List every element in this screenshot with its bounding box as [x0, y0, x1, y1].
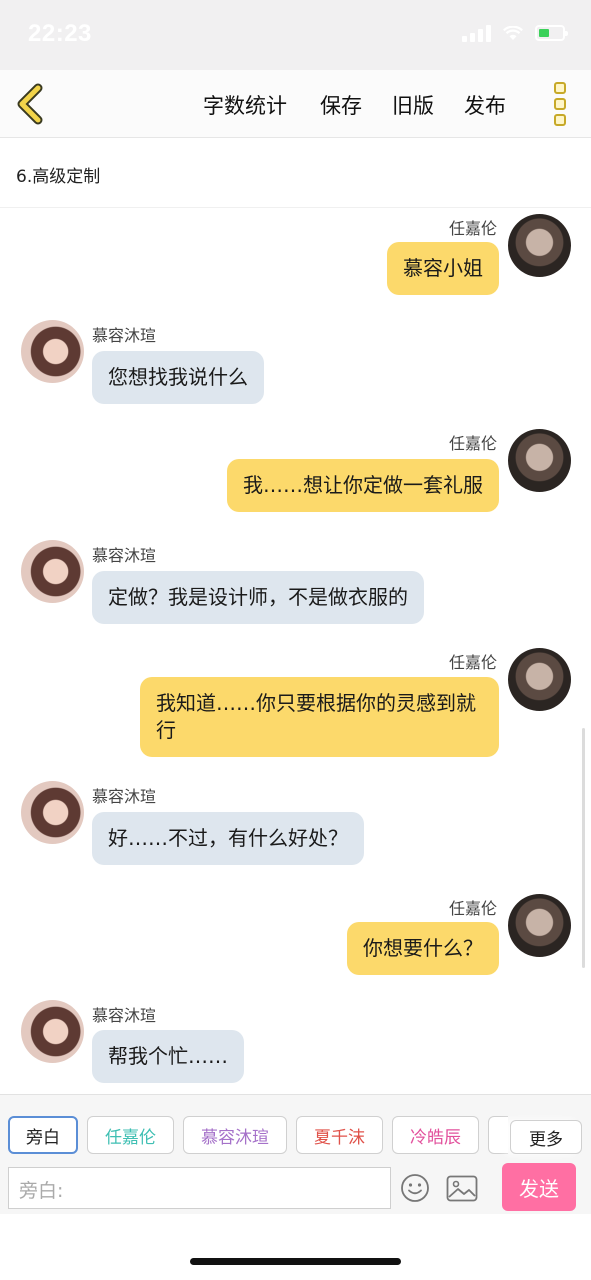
message-bubble[interactable]: 定做？我是设计师，不是做衣服的: [92, 571, 424, 624]
more-dot-icon: [554, 98, 566, 110]
speaker-name: 任嘉伦: [448, 899, 497, 918]
speaker-name: 慕容沐瑄: [92, 546, 157, 565]
message-bubble[interactable]: 你想要什么？: [347, 922, 499, 975]
chat-message-left[interactable]: 慕容沐瑄 您想找我说什么: [0, 314, 591, 414]
message-bubble[interactable]: 慕容小姐: [387, 242, 499, 295]
character-chip[interactable]: 任嘉伦: [87, 1116, 174, 1154]
send-button[interactable]: 发送: [502, 1163, 576, 1211]
chevron-left-icon: [17, 83, 43, 125]
status-icons: [462, 24, 568, 42]
signal-icon: [462, 24, 491, 42]
character-chip-narrator[interactable]: 旁白: [8, 1116, 78, 1154]
character-chip[interactable]: 冷皓辰: [392, 1116, 479, 1154]
old-version-button[interactable]: 旧版: [392, 90, 434, 120]
chat-message-left[interactable]: 慕容沐瑄 帮我个忙……: [0, 994, 591, 1094]
avatar[interactable]: [508, 214, 571, 277]
message-bubble[interactable]: 帮我个忙……: [92, 1030, 244, 1083]
status-time: 22:23: [28, 20, 92, 47]
avatar[interactable]: [21, 781, 84, 844]
character-chip-partial[interactable]: [488, 1116, 508, 1154]
message-bubble[interactable]: 我……想让你定做一套礼服: [227, 459, 499, 512]
chat-message-left[interactable]: 慕容沐瑄 好……不过，有什么好处？: [0, 775, 591, 875]
home-area: [0, 1214, 591, 1280]
chat-scrollbar[interactable]: [582, 728, 585, 968]
chat-message-right[interactable]: 任嘉伦 你想要什么？: [0, 888, 591, 988]
avatar[interactable]: [21, 540, 84, 603]
message-bubble[interactable]: 您想找我说什么: [92, 351, 264, 404]
more-characters-button[interactable]: 更多: [510, 1120, 582, 1154]
speaker-name: 慕容沐瑄: [92, 787, 157, 806]
message-bubble[interactable]: 我知道……你只要根据你的灵感到就行: [140, 677, 499, 757]
speaker-name: 任嘉伦: [448, 219, 497, 238]
image-icon[interactable]: [446, 1175, 478, 1202]
chapter-title: 6.高级定制: [16, 167, 101, 187]
speaker-name: 慕容沐瑄: [92, 326, 157, 345]
dialogue-input[interactable]: 旁白:: [8, 1167, 391, 1209]
editor-toolbar: 字数统计 保存 旧版 发布: [0, 70, 591, 138]
more-dot-icon: [554, 82, 566, 94]
chapter-header[interactable]: 6.高级定制: [0, 138, 591, 208]
save-button[interactable]: 保存: [320, 90, 362, 120]
wifi-icon: [503, 25, 523, 40]
character-chip[interactable]: 夏千沫: [296, 1116, 383, 1154]
status-bar: 22:23: [0, 0, 591, 70]
character-chip[interactable]: 慕容沐瑄: [183, 1116, 287, 1154]
speaker-name: 任嘉伦: [448, 434, 497, 453]
avatar[interactable]: [21, 1000, 84, 1063]
avatar[interactable]: [508, 894, 571, 957]
publish-button[interactable]: 发布: [464, 90, 506, 120]
chat-message-right[interactable]: 任嘉伦 慕容小姐: [0, 208, 591, 308]
more-menu-button[interactable]: [549, 82, 571, 126]
emoji-icon[interactable]: [400, 1173, 430, 1203]
chat-message-right[interactable]: 任嘉伦 我知道……你只要根据你的灵感到就行: [0, 642, 591, 762]
more-dot-icon: [554, 114, 566, 126]
speaker-name: 任嘉伦: [448, 653, 497, 672]
avatar[interactable]: [21, 320, 84, 383]
avatar[interactable]: [508, 648, 571, 711]
speaker-name: 慕容沐瑄: [92, 1006, 157, 1025]
back-button[interactable]: [12, 82, 52, 126]
avatar[interactable]: [508, 429, 571, 492]
battery-icon: [535, 25, 568, 41]
chat-message-right[interactable]: 任嘉伦 我……想让你定做一套礼服: [0, 423, 591, 523]
character-selector: 旁白 任嘉伦 慕容沐瑄 夏千沫 冷皓辰: [8, 1116, 508, 1154]
input-panel: 旁白 任嘉伦 慕容沐瑄 夏千沫 冷皓辰 更多 旁白: 发送: [0, 1094, 591, 1214]
chat-message-left[interactable]: 慕容沐瑄 定做？我是设计师，不是做衣服的: [0, 534, 591, 634]
home-indicator[interactable]: [190, 1258, 401, 1265]
chat-area[interactable]: 任嘉伦 慕容小姐 慕容沐瑄 您想找我说什么 任嘉伦 我……想让你定做一套礼服 慕…: [0, 208, 591, 1094]
word-count-button[interactable]: 字数统计: [203, 90, 287, 120]
message-bubble[interactable]: 好……不过，有什么好处？: [92, 812, 364, 865]
